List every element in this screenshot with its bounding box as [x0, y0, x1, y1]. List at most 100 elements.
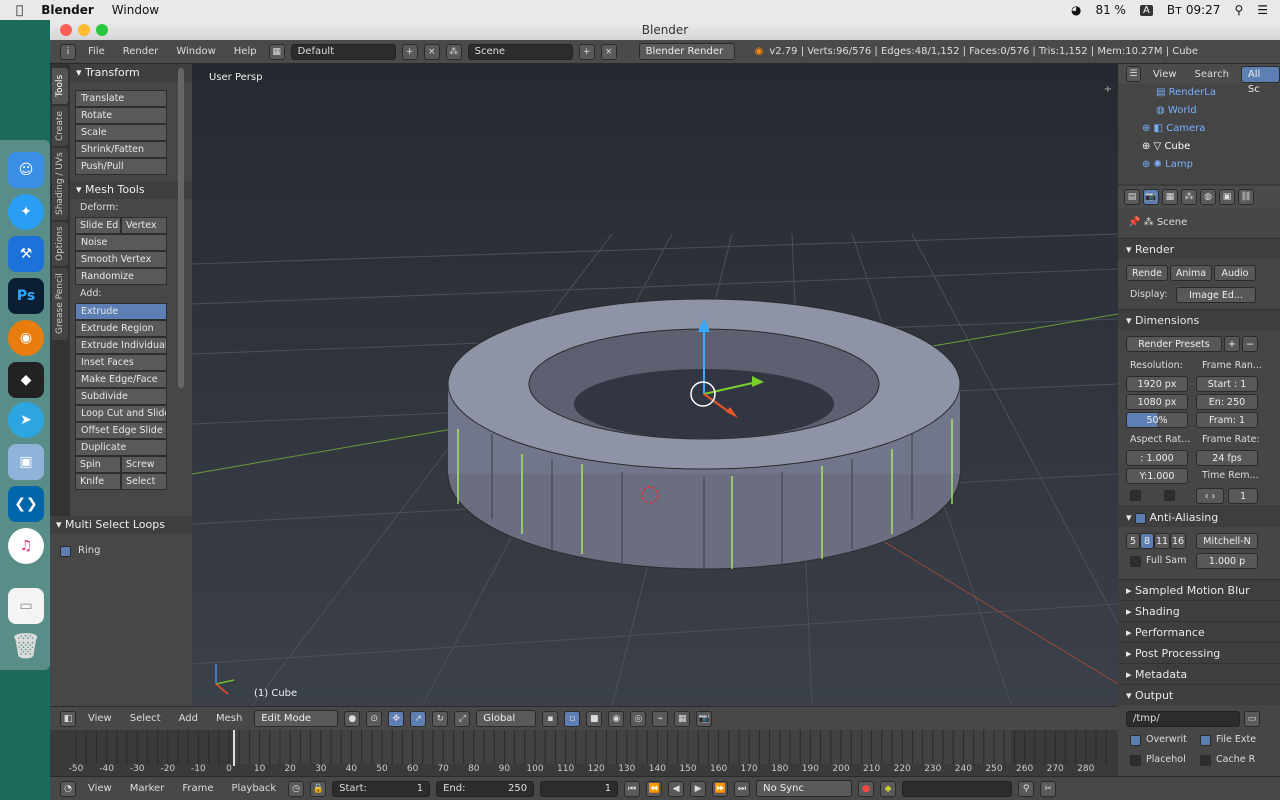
outliner-item-lamp[interactable]: ⊕ ✺ Lamp [1118, 156, 1280, 174]
lock-icon[interactable]: 🔒 [310, 780, 327, 797]
rotate-button[interactable]: Rotate [75, 107, 167, 124]
start-frame-field[interactable]: Start: 1 [332, 780, 431, 797]
time-remap-old-field[interactable]: ‹ › [1196, 488, 1224, 504]
make-edge-face-button[interactable]: Make Edge/Face [75, 371, 167, 388]
view-menu[interactable]: View [82, 713, 118, 724]
aa-samples-5[interactable]: 5 [1126, 533, 1140, 549]
edge-select-icon[interactable]: ▫ [564, 710, 581, 727]
snap-element-icon[interactable]: ▦ [674, 710, 691, 727]
constraints-tab-icon[interactable]: ⛓ [1238, 189, 1254, 205]
3d-viewport[interactable]: User Persp (1) Cube + [192, 64, 1118, 706]
tab-tools[interactable]: Tools [52, 68, 68, 104]
slide-vertex-button[interactable]: Vertex [121, 217, 167, 234]
shading-panel-header[interactable]: ▸ Shading [1118, 600, 1280, 621]
opengl-render-icon[interactable]: 📷 [696, 710, 713, 727]
translate-manipulator-icon[interactable]: ↗ [410, 710, 427, 727]
timeline-editor-icon[interactable]: ◔ [60, 780, 76, 797]
subdivide-button[interactable]: Subdivide [75, 388, 167, 405]
add-scene-icon[interactable]: + [578, 43, 595, 60]
toolshelf-scrollbar[interactable] [178, 68, 184, 388]
display-select[interactable]: Image Ed... [1176, 287, 1256, 303]
scale-manipulator-icon[interactable]: ⤢ [454, 710, 471, 727]
border-checkbox[interactable] [1130, 490, 1141, 501]
filter-size-field[interactable]: 1.000 p [1196, 553, 1258, 569]
object-tab-icon[interactable]: ▣ [1219, 189, 1235, 205]
performance-panel-header[interactable]: ▸ Performance [1118, 621, 1280, 642]
remove-preset-button[interactable]: − [1242, 336, 1258, 352]
playback-menu[interactable]: Playback [225, 783, 282, 794]
aa-filter-select[interactable]: Mitchell-N [1196, 533, 1258, 549]
keying-set-icon[interactable]: ◆ [880, 780, 897, 797]
metadata-panel-header[interactable]: ▸ Metadata [1118, 663, 1280, 684]
ring-checkbox[interactable] [60, 546, 71, 557]
resolution-y-field[interactable]: 1080 px [1126, 394, 1188, 410]
close-button[interactable] [60, 24, 72, 36]
overwrite-checkbox[interactable] [1130, 735, 1141, 746]
properties-editor-icon[interactable]: ▤ [1124, 189, 1140, 205]
shrink-fatten-button[interactable]: Shrink/Fatten [75, 141, 167, 158]
jump-end-icon[interactable]: ⏭ [734, 780, 751, 797]
multi-select-loops-header[interactable]: ▾ Multi Select Loops [50, 516, 192, 534]
add-menu[interactable]: Add [173, 713, 204, 724]
vertex-select-icon[interactable]: ▪ [542, 710, 559, 727]
full-sample-checkbox[interactable] [1130, 556, 1141, 567]
extrude-region-button[interactable]: Extrude Region [75, 320, 167, 337]
slide-edge-button[interactable]: Slide Ed [75, 217, 121, 234]
minimize-button[interactable] [78, 24, 90, 36]
search-icon[interactable]: ⚲ [1234, 3, 1243, 17]
preview-icon[interactable]: ▣ [8, 444, 44, 480]
trash-icon[interactable]: 🗑 [8, 628, 44, 664]
outliner-item-world[interactable]: ◍ World [1118, 102, 1280, 120]
aa-samples-11[interactable]: 11 [1154, 533, 1170, 549]
anti-aliasing-panel-header[interactable]: ▾ Anti-Aliasing [1118, 506, 1280, 527]
mesh-tools-panel-header[interactable]: ▾ Mesh Tools [70, 181, 192, 199]
telegram-icon[interactable]: ➤ [8, 402, 44, 438]
extrude-dropdown[interactable]: Extrude [75, 303, 167, 320]
jump-keyframe-back-icon[interactable]: ⏪ [646, 780, 663, 797]
transform-orientation-select[interactable]: Global [476, 710, 537, 727]
play-reverse-icon[interactable]: ◀ [668, 780, 685, 797]
play-icon[interactable]: ▶ [690, 780, 707, 797]
render-tab-icon[interactable]: 📷 [1143, 189, 1159, 205]
outliner-filter-all[interactable]: All Sc [1240, 65, 1280, 95]
menu-file[interactable]: File [82, 46, 111, 57]
audio-button[interactable]: Audio [1214, 265, 1256, 281]
scene-tab-icon[interactable]: ⁂ [1181, 189, 1197, 205]
post-processing-panel-header[interactable]: ▸ Post Processing [1118, 642, 1280, 663]
add-layout-icon[interactable]: + [401, 43, 418, 60]
select-menu[interactable]: Select [124, 713, 167, 724]
photoshop-icon[interactable]: Ps [8, 278, 44, 314]
tab-grease-pencil[interactable]: Grease Pencil [52, 268, 68, 340]
add-preset-button[interactable]: + [1224, 336, 1240, 352]
viewport-shading-icon[interactable]: ● [344, 710, 361, 727]
crop-checkbox[interactable] [1164, 490, 1175, 501]
scene-icon[interactable]: ⁂ [445, 43, 462, 60]
tab-create[interactable]: Create [52, 106, 68, 146]
unity-icon[interactable]: ◆ [8, 362, 44, 398]
offset-edge-slide-button[interactable]: Offset Edge Slide [75, 422, 167, 439]
current-frame-field[interactable]: 1 [540, 780, 619, 797]
animation-button[interactable]: Anima [1170, 265, 1212, 281]
outliner-editor-icon[interactable]: ☰ [1126, 66, 1141, 82]
tab-shading-uvs[interactable]: Shading / UVs [52, 148, 68, 220]
resolution-percentage-slider[interactable]: 50% [1126, 412, 1188, 428]
sync-select[interactable]: No Sync [756, 780, 853, 797]
render-panel-header[interactable]: ▾ Render [1118, 238, 1280, 259]
scene-field[interactable]: Scene [467, 43, 573, 60]
app-menu[interactable]: Blender [41, 3, 94, 17]
window-menu[interactable]: Window [112, 3, 159, 17]
clock[interactable]: Вт 09:27 [1167, 3, 1221, 17]
anti-aliasing-checkbox[interactable] [1135, 512, 1147, 524]
xcode-icon[interactable]: ⚒ [8, 236, 44, 272]
battery-label[interactable]: 81 % [1095, 3, 1126, 17]
input-source[interactable]: A [1139, 4, 1153, 16]
outliner-view-menu[interactable]: View [1147, 69, 1183, 80]
menu-list-icon[interactable]: ☰ [1257, 3, 1268, 17]
menu-help[interactable]: Help [228, 46, 263, 57]
limit-selection-icon[interactable]: ◉ [608, 710, 625, 727]
remove-scene-icon[interactable]: × [600, 43, 617, 60]
face-select-icon[interactable]: ■ [586, 710, 603, 727]
proportional-edit-icon[interactable]: ◎ [630, 710, 647, 727]
extrude-individual-button[interactable]: Extrude Individual [75, 337, 167, 354]
scale-button[interactable]: Scale [75, 124, 167, 141]
